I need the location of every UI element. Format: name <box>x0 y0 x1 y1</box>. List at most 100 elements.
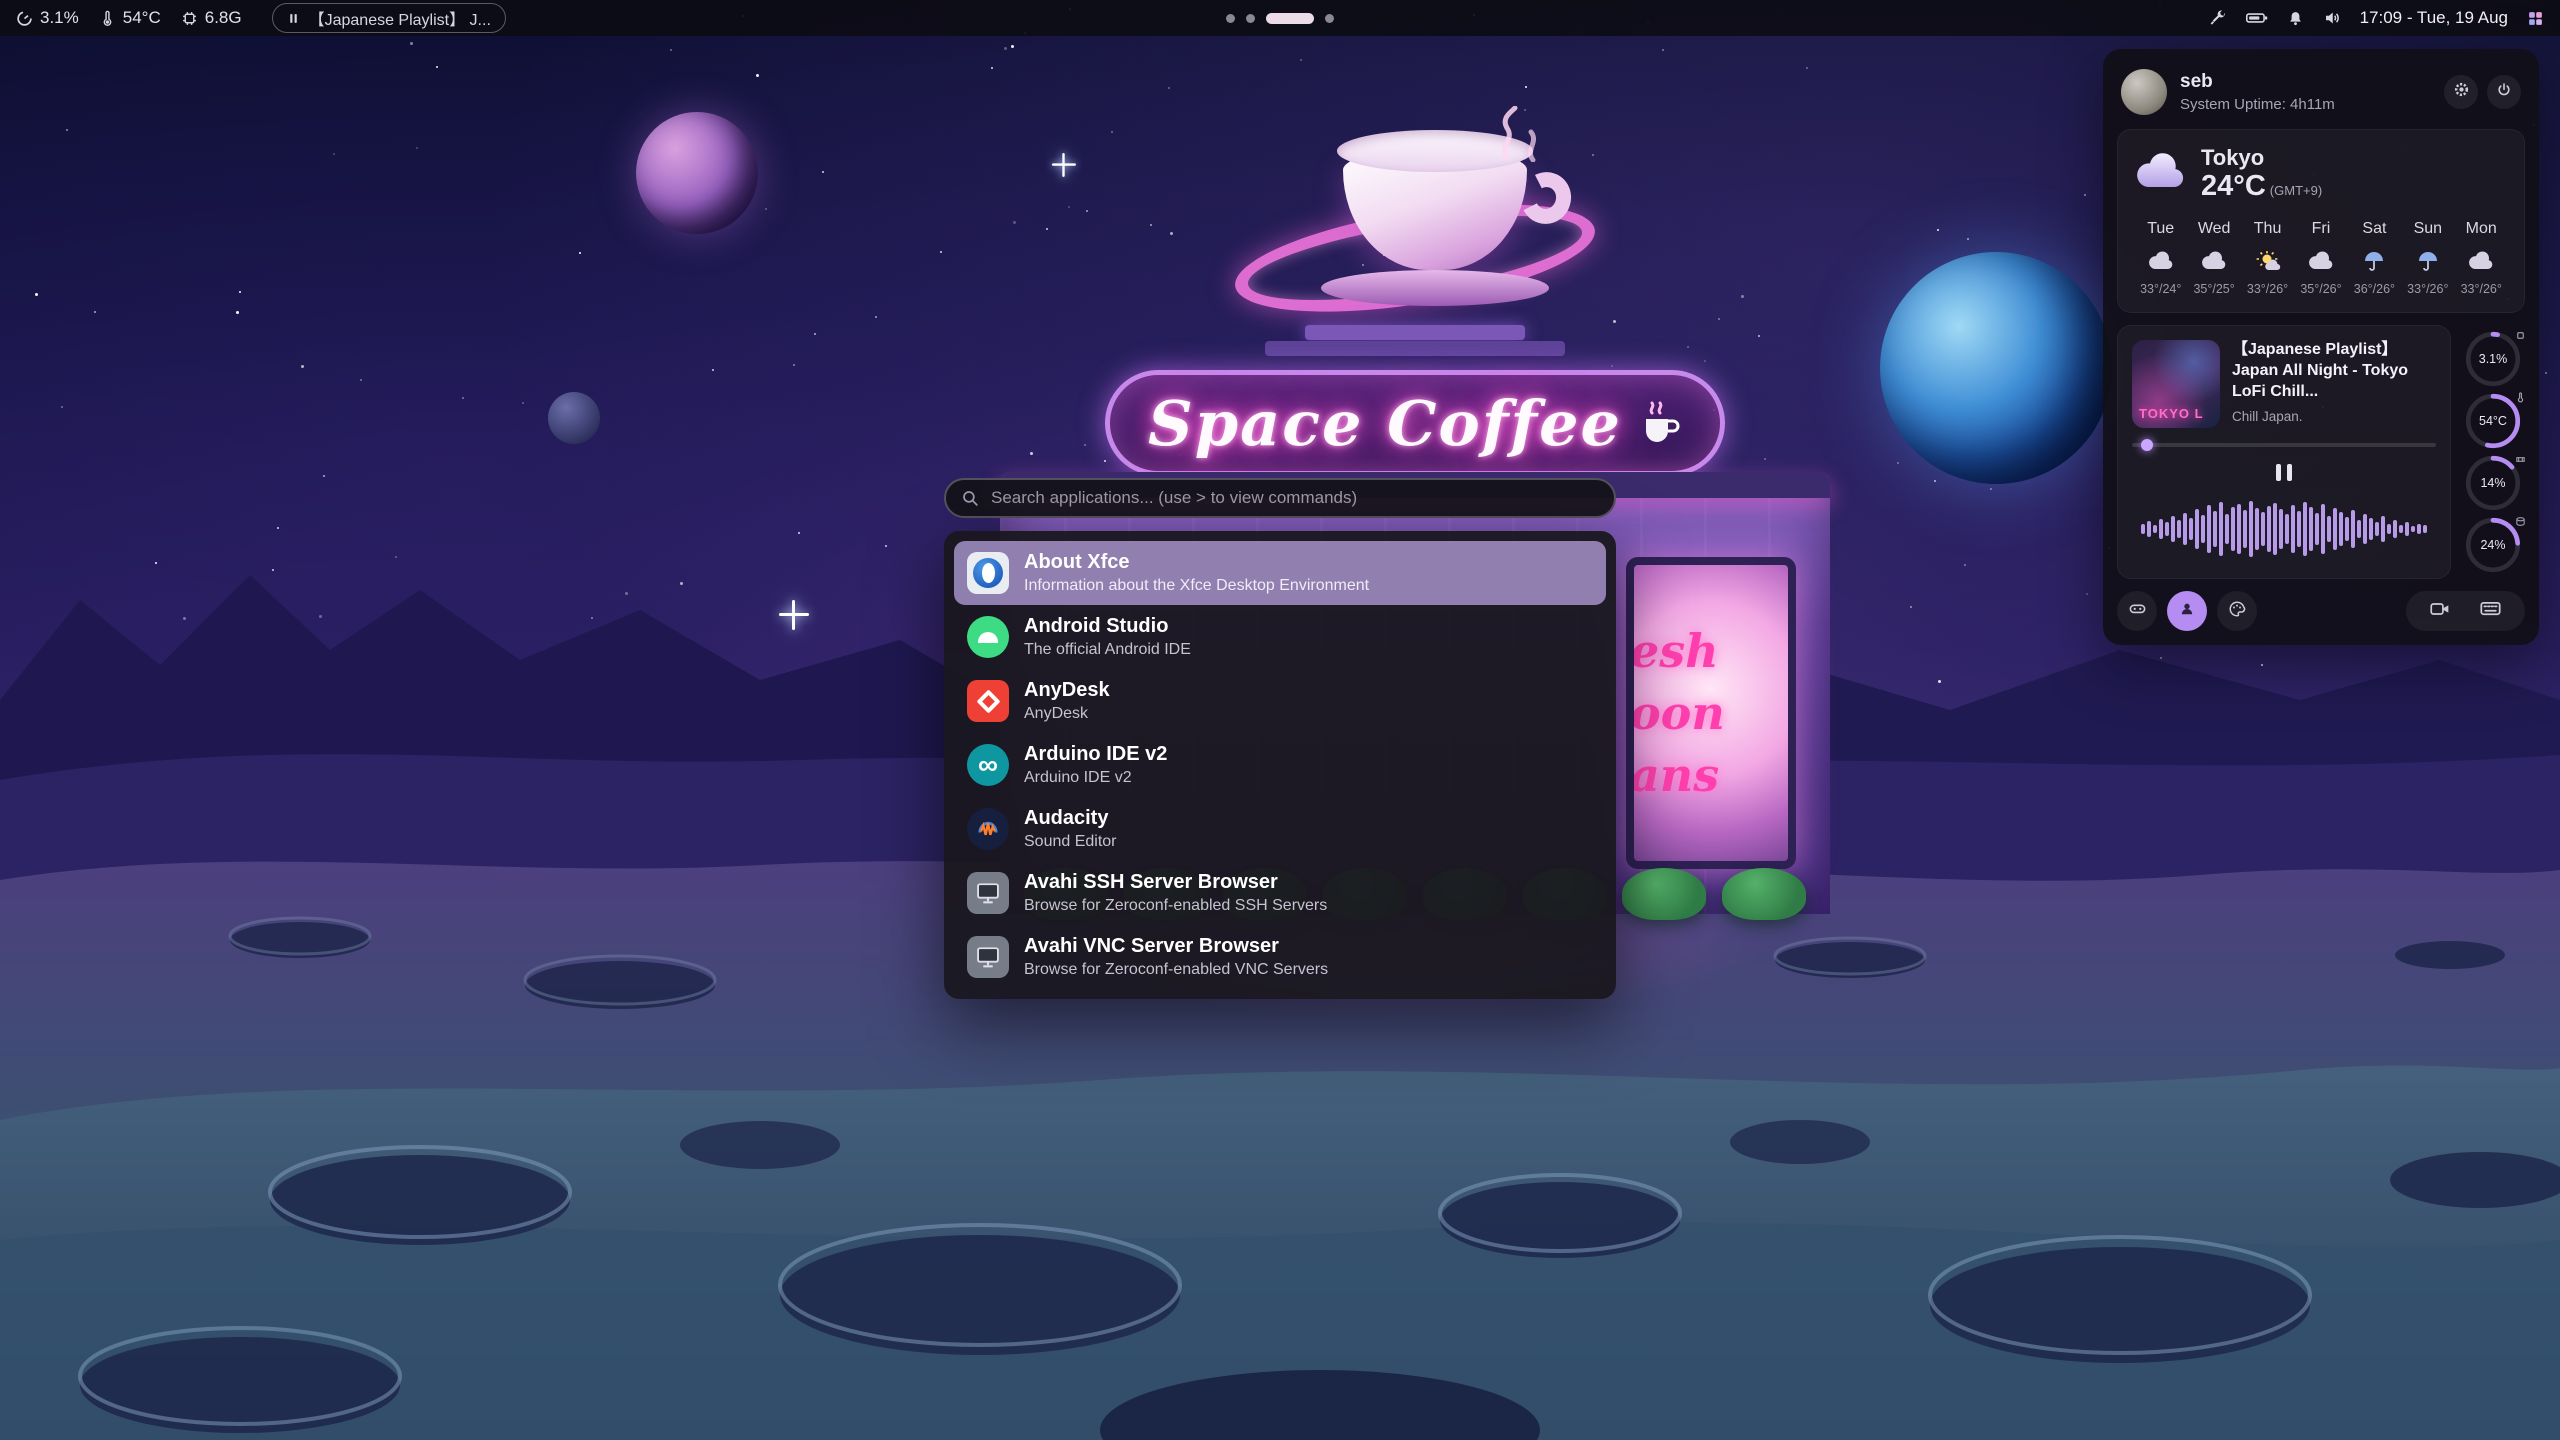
forecast-day: Wed 35°/25° <box>2187 220 2240 296</box>
cpu-value: 3.1% <box>40 8 79 28</box>
workspace-indicator[interactable] <box>1226 0 1334 36</box>
waveform-bar <box>2225 514 2229 544</box>
launcher-item-anydesk[interactable]: AnyDesk AnyDesk <box>954 669 1606 733</box>
clock[interactable]: 17:09 - Tue, 19 Aug <box>2360 8 2508 28</box>
forecast-row: Tue 33°/24° Wed 35°/25° Thu 33°/26° Fri … <box>2134 220 2508 296</box>
launcher-item-avahi-vnc[interactable]: Avahi VNC Server Browser Browse for Zero… <box>954 925 1606 989</box>
app-name: Avahi VNC Server Browser <box>1024 935 1328 958</box>
memory-gauge: 14% <box>2465 455 2521 511</box>
system-stats: 3.1% 54°C 6.8G 【Japanese Playlist】 J... <box>16 3 506 33</box>
workspace-active-pill[interactable] <box>1266 13 1314 24</box>
quick-actions <box>2117 591 2525 631</box>
avatar[interactable] <box>2121 69 2167 115</box>
forecast-day-name: Sun <box>2401 220 2454 238</box>
forecast-temps: 33°/26° <box>2455 282 2508 296</box>
launcher-item-about-xfce[interactable]: About Xfce Information about the Xfce De… <box>954 541 1606 605</box>
waveform-bar <box>2291 505 2295 553</box>
pause-icon <box>2287 464 2292 481</box>
themes-button[interactable] <box>2217 591 2257 631</box>
workspace-dot[interactable] <box>1325 14 1334 23</box>
play-pause-button[interactable] <box>2263 459 2305 485</box>
forecast-temps: 35°/25° <box>2187 282 2240 296</box>
launcher-item-avahi-ssh[interactable]: Avahi SSH Server Browser Browse for Zero… <box>954 861 1606 925</box>
temperature-module[interactable]: 54°C <box>99 8 161 28</box>
waveform-bar <box>2351 510 2355 548</box>
system-tray: 17:09 - Tue, 19 Aug <box>2209 8 2544 28</box>
waveform-bar <box>2375 522 2379 536</box>
waveform-bar <box>2237 504 2241 554</box>
profile-button[interactable] <box>2167 591 2207 631</box>
forecast-day-name: Thu <box>2241 220 2294 238</box>
app-description: Browse for Zeroconf-enabled VNC Servers <box>1024 961 1328 979</box>
power-button[interactable] <box>2487 75 2521 109</box>
progress-knob[interactable] <box>2141 439 2153 451</box>
gauge-value: 54°C <box>2465 393 2521 449</box>
weather-timezone: (GMT+9) <box>2270 183 2322 198</box>
forecast-day: Sun 33°/26° <box>2401 220 2454 296</box>
launcher-item-arduino-ide[interactable]: ∞ Arduino IDE v2 Arduino IDE v2 <box>954 733 1606 797</box>
waveform-bar <box>2387 524 2391 534</box>
user-card: seb System Uptime: 4h11m <box>2117 63 2525 129</box>
sun-cloud-icon <box>2241 245 2294 277</box>
waveform-bar <box>2315 513 2319 545</box>
app-description: Arduino IDE v2 <box>1024 769 1167 787</box>
waveform-bar <box>2285 514 2289 544</box>
app-description: Information about the Xfce Desktop Envir… <box>1024 577 1369 595</box>
controller-icon <box>2128 599 2147 623</box>
forecast-day-name: Mon <box>2455 220 2508 238</box>
search-icon <box>961 489 980 508</box>
tools-icon[interactable] <box>2209 9 2227 27</box>
pause-icon <box>287 12 300 25</box>
album-art[interactable]: TOKYO L <box>2132 340 2220 428</box>
weather-city: Tokyo <box>2201 146 2322 170</box>
cpu-gauge-icon <box>16 10 33 27</box>
video-camera-icon[interactable] <box>2430 601 2450 622</box>
settings-button[interactable] <box>2444 75 2478 109</box>
search-input[interactable] <box>991 488 1599 508</box>
now-playing-module[interactable]: 【Japanese Playlist】 J... <box>272 3 506 33</box>
launcher-search-bar[interactable] <box>944 478 1616 518</box>
cpu-gauge: 3.1% <box>2465 331 2521 387</box>
battery-icon[interactable] <box>2246 10 2268 26</box>
track-progress-bar[interactable] <box>2132 443 2436 447</box>
uptime-label: System Uptime: 4h11m <box>2180 96 2335 113</box>
forecast-temps: 35°/26° <box>2294 282 2347 296</box>
waveform-bar <box>2357 520 2361 538</box>
launcher-item-audacity[interactable]: Audacity Sound Editor <box>954 797 1606 861</box>
waveform-bar <box>2393 520 2397 538</box>
waveform-bar <box>2381 516 2385 542</box>
forecast-day: Fri 35°/26° <box>2294 220 2347 296</box>
system-gauges: 3.1% 54°C 14% 24% <box>2461 325 2525 579</box>
workspace-dot[interactable] <box>1226 14 1235 23</box>
waveform-bar <box>2267 506 2271 552</box>
memory-module[interactable]: 6.8G <box>181 8 242 28</box>
forecast-day: Tue 33°/24° <box>2134 220 2187 296</box>
keyboard-icon[interactable] <box>2480 601 2501 621</box>
waveform-bar <box>2399 525 2403 533</box>
track-subtitle: Chill Japan. <box>2232 409 2436 424</box>
waveform-bar <box>2153 525 2157 533</box>
memory-value: 6.8G <box>205 8 242 28</box>
volume-icon[interactable] <box>2323 9 2341 27</box>
launcher-item-android-studio[interactable]: Android Studio The official Android IDE <box>954 605 1606 669</box>
notification-bell-icon[interactable] <box>2287 10 2304 27</box>
waveform-bar <box>2321 504 2325 554</box>
app-name: Arduino IDE v2 <box>1024 743 1167 766</box>
workspace-dot[interactable] <box>1246 14 1255 23</box>
forecast-day: Mon 33°/26° <box>2455 220 2508 296</box>
app-name: About Xfce <box>1024 551 1369 574</box>
waveform-bar <box>2423 525 2427 533</box>
waveform-bar <box>2231 507 2235 551</box>
waveform-bar <box>2345 517 2349 541</box>
apps-grid-icon[interactable] <box>2527 10 2544 27</box>
forecast-day-name: Tue <box>2134 220 2187 238</box>
waveform-bar <box>2339 512 2343 546</box>
cloud-icon <box>2455 245 2508 277</box>
waveform-bar <box>2411 526 2415 532</box>
dashboard-button[interactable] <box>2117 591 2157 631</box>
cpu-module[interactable]: 3.1% <box>16 8 79 28</box>
person-icon <box>2178 600 2196 623</box>
anydesk-icon <box>967 680 1009 722</box>
top-panel: 3.1% 54°C 6.8G 【Japanese Playlist】 J... <box>0 0 2560 36</box>
disk-gauge: 24% <box>2465 517 2521 573</box>
